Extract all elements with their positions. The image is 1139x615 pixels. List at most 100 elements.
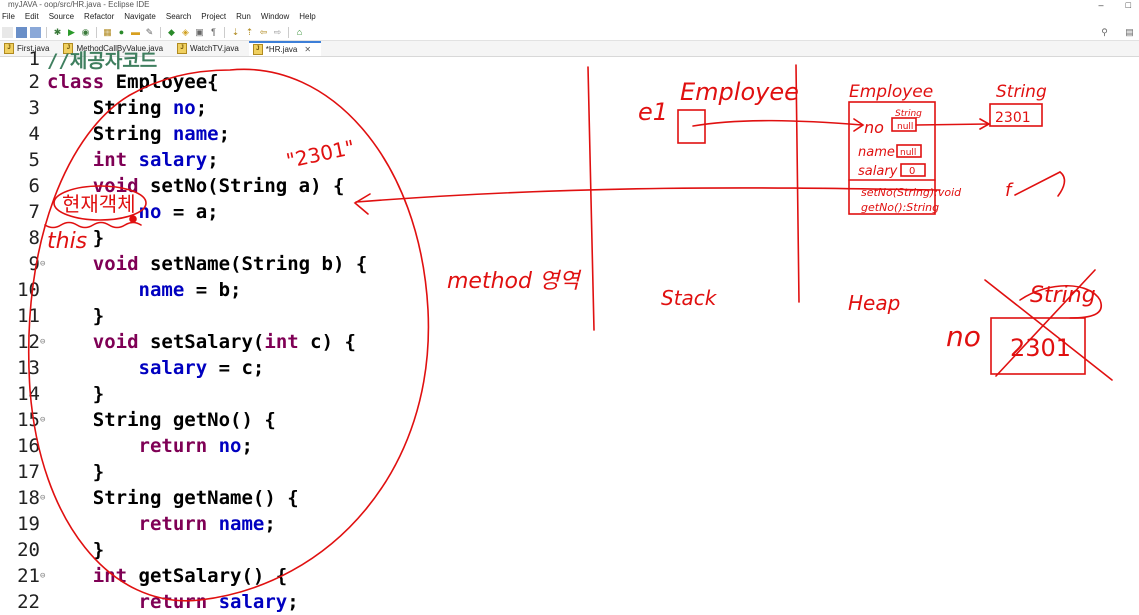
paragraph-icon[interactable]: ¶ xyxy=(208,27,219,38)
run-icon[interactable]: ▶ xyxy=(66,27,77,38)
pin-icon[interactable]: ⌂ xyxy=(294,27,305,38)
maximize-button[interactable]: □ xyxy=(1126,0,1131,10)
line-number: 15 xyxy=(17,409,40,431)
toolbar-separator xyxy=(46,26,47,38)
code-text: class Employee{ xyxy=(47,71,219,93)
code-text: String no; xyxy=(47,97,208,119)
menu-window[interactable]: Window xyxy=(261,11,289,23)
tab-watchtv-java[interactable]: J WatchTV.java xyxy=(173,41,249,56)
tab-label: WatchTV.java xyxy=(190,44,239,53)
save-all-icon[interactable] xyxy=(30,26,41,38)
editor-tab-bar: J First.java J MethodCallByValue.java J … xyxy=(0,41,1139,57)
title-bar: myJAVA - oop/src/HR.java - Eclipse IDE –… xyxy=(0,0,1139,10)
line-number: 16 xyxy=(17,435,40,457)
line-number: 14 xyxy=(17,383,40,405)
prev-annotation-icon[interactable]: ⇡ xyxy=(244,27,255,38)
line-number: 9 xyxy=(28,253,40,275)
debug-icon[interactable]: ✱ xyxy=(52,27,63,38)
code-text: } xyxy=(47,227,105,249)
line-number: 1 xyxy=(28,48,40,70)
code-editor[interactable]: 1 //제공자코드 2 class Employee{ 3 String no;… xyxy=(0,48,1139,613)
code-text: String getNo() { xyxy=(47,409,276,431)
fold-icon[interactable]: ⊖ xyxy=(40,415,45,425)
search-icon[interactable]: ⚲ xyxy=(1099,27,1110,38)
code-text: int salary; xyxy=(92,149,219,171)
tab-label: *HR.java xyxy=(265,45,298,54)
menu-refactor[interactable]: Refactor xyxy=(84,11,114,23)
new-icon[interactable] xyxy=(2,26,13,38)
menu-file[interactable]: File xyxy=(2,11,15,23)
code-text: String name; xyxy=(47,123,231,145)
new-class-icon[interactable]: ● xyxy=(116,27,127,38)
menu-search[interactable]: Search xyxy=(166,11,191,23)
line-number: 4 xyxy=(28,123,40,145)
perspective-icon[interactable]: ▤ xyxy=(1124,27,1135,38)
code-text: return salary; xyxy=(138,591,299,613)
java-file-icon: J xyxy=(177,43,188,54)
menu-navigate[interactable]: Navigate xyxy=(124,11,156,23)
minimize-button[interactable]: – xyxy=(1099,0,1104,10)
toolbar-right: ⚲ ▤ xyxy=(1099,27,1135,38)
line-number: 10 xyxy=(17,279,40,301)
line-number: 11 xyxy=(17,305,40,327)
code-text: return no; xyxy=(138,435,253,457)
toolbar: ✱ ▶ ◉ ▦ ● ▬ ✎ ◆ ◈ ▣ ¶ ⇣ ⇡ ⇦ ⇨ ⌂ ⚲ ▤ xyxy=(0,24,1139,41)
java-file-icon: J xyxy=(252,44,263,55)
menu-project[interactable]: Project xyxy=(201,11,226,23)
line-number: 3 xyxy=(28,97,40,119)
highlight-icon[interactable]: ◈ xyxy=(180,27,191,38)
line-number: 20 xyxy=(17,539,40,561)
line-number: 22 xyxy=(17,591,40,613)
menu-help[interactable]: Help xyxy=(299,11,315,23)
code-text: void setSalary(int c) { xyxy=(92,331,356,353)
menu-bar: File Edit Source Refactor Navigate Searc… xyxy=(0,11,1139,23)
line-number: 12 xyxy=(17,331,40,353)
code-text: } xyxy=(47,461,105,483)
line-number: 6 xyxy=(28,175,40,197)
toolbar-separator xyxy=(160,26,161,38)
menu-source[interactable]: Source xyxy=(49,11,74,23)
code-text: void setName(String b) { xyxy=(92,253,368,275)
menu-run[interactable]: Run xyxy=(236,11,251,23)
code-text: no = a; xyxy=(138,201,219,223)
code-text: } xyxy=(47,383,105,405)
window-title: myJAVA - oop/src/HR.java - Eclipse IDE xyxy=(8,0,150,9)
close-icon[interactable]: ✕ xyxy=(304,45,311,54)
block-icon[interactable]: ▣ xyxy=(194,27,205,38)
fold-icon[interactable]: ⊖ xyxy=(40,259,45,269)
menu-edit[interactable]: Edit xyxy=(25,11,39,23)
code-text: String getName() { xyxy=(47,487,299,509)
line-number: 17 xyxy=(17,461,40,483)
line-number: 8 xyxy=(28,227,40,249)
next-annotation-icon[interactable]: ⇣ xyxy=(230,27,241,38)
code-text: return name; xyxy=(138,513,276,535)
fold-icon[interactable]: ⊖ xyxy=(40,337,45,347)
annotation-icon[interactable]: ◆ xyxy=(166,27,177,38)
code-text: } xyxy=(47,539,105,561)
java-file-icon: J xyxy=(4,43,14,54)
toolbar-separator xyxy=(224,26,225,38)
new-package-icon[interactable]: ▦ xyxy=(102,27,113,38)
back-icon[interactable]: ⇦ xyxy=(258,27,269,38)
line-number: 7 xyxy=(28,201,40,223)
line-number: 19 xyxy=(17,513,40,535)
code-text: salary = c; xyxy=(138,357,265,379)
open-folder-icon[interactable]: ▬ xyxy=(130,27,141,38)
fold-icon[interactable]: ⊖ xyxy=(40,493,45,503)
edit-icon[interactable]: ✎ xyxy=(144,27,155,38)
code-text: //제공자코드 xyxy=(47,49,158,72)
line-number: 5 xyxy=(28,149,40,171)
line-number: 2 xyxy=(28,71,40,93)
code-text: name = b; xyxy=(138,279,242,301)
toolbar-separator xyxy=(96,26,97,38)
code-text: } xyxy=(47,305,105,327)
fold-icon[interactable]: ⊖ xyxy=(40,571,45,581)
window-controls: – □ xyxy=(1099,0,1131,10)
coverage-icon[interactable]: ◉ xyxy=(80,27,91,38)
save-icon[interactable] xyxy=(16,26,27,38)
tab-hr-java[interactable]: J *HR.java ✕ xyxy=(248,41,322,56)
code-text: void setNo(String a) { xyxy=(92,175,345,197)
toolbar-separator xyxy=(288,26,289,38)
code-text: int getSalary() { xyxy=(92,565,288,587)
forward-icon[interactable]: ⇨ xyxy=(272,27,283,38)
